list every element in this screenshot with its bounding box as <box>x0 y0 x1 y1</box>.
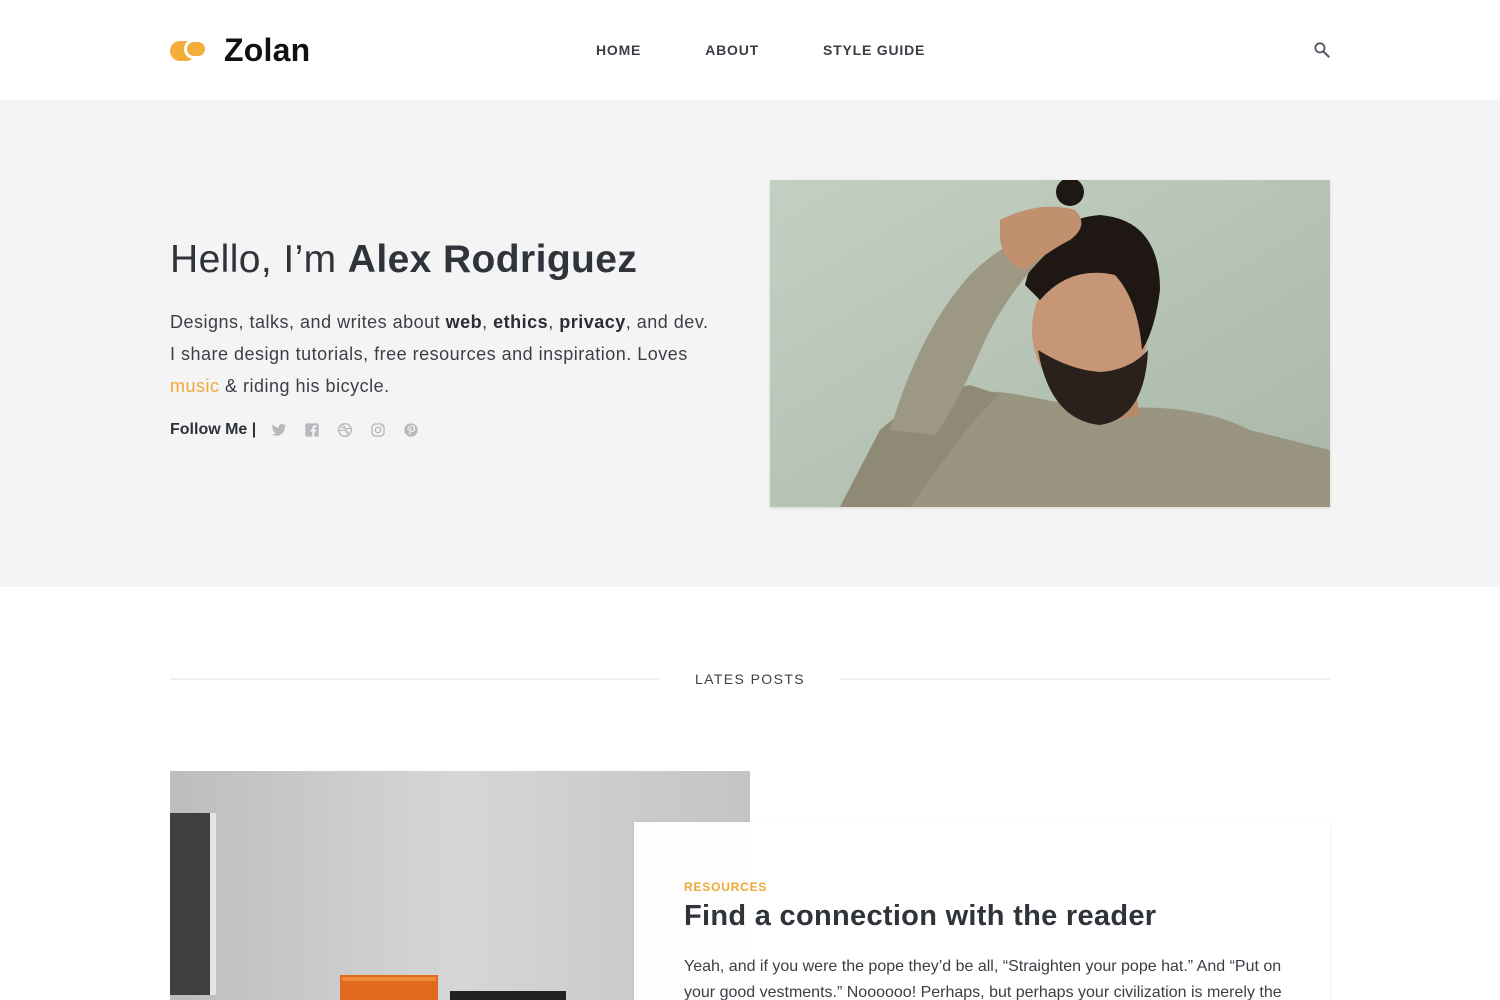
divider-line <box>170 678 660 680</box>
pinterest-icon[interactable] <box>402 421 420 439</box>
site-header: Zolan HOME ABOUT STYLE GUIDE <box>0 0 1500 100</box>
desc-keyword-privacy: privacy <box>559 312 626 332</box>
brand-name: Zolan <box>224 31 311 68</box>
main-nav: HOME ABOUT STYLE GUIDE <box>596 40 989 60</box>
hero-description: Designs, talks, and writes about web, et… <box>170 306 710 402</box>
post-category[interactable]: RESOURCES <box>684 880 767 894</box>
hero-title: Hello, I’m Alex Rodriguez <box>170 238 637 282</box>
facebook-icon[interactable] <box>303 421 321 439</box>
divider-line <box>840 678 1330 680</box>
section-title: LATES POSTS <box>694 671 806 687</box>
portrait-photo <box>770 180 1330 507</box>
desc-text: & riding his bicycle. <box>219 376 390 396</box>
dribbble-icon[interactable] <box>336 421 354 439</box>
desc-text: , <box>548 312 560 332</box>
post-card: RESOURCES Find a connection with the rea… <box>634 822 1330 1000</box>
twitter-icon[interactable] <box>270 421 288 439</box>
desc-text: , <box>482 312 494 332</box>
follow-label: Follow Me | <box>170 421 257 438</box>
hero-section: Hello, I’m Alex Rodriguez Designs, talks… <box>0 100 1500 587</box>
post-excerpt: Yeah, and if you were the pope they’d be… <box>684 958 1282 1000</box>
instagram-icon[interactable] <box>369 421 387 439</box>
desc-keyword-web: web <box>445 312 483 332</box>
hero-greeting: Hello, I’m <box>170 238 348 281</box>
nav-about[interactable]: ABOUT <box>705 40 759 60</box>
logo-icon <box>170 37 208 63</box>
site-logo[interactable]: Zolan <box>170 30 310 70</box>
latest-posts-heading: LATES POSTS <box>170 670 1330 688</box>
desc-text: Designs, talks, and writes about <box>170 312 446 332</box>
music-link[interactable]: music <box>170 376 220 396</box>
nav-style-guide[interactable]: STYLE GUIDE <box>823 40 925 60</box>
desc-keyword-ethics: ethics <box>493 312 549 332</box>
search-icon[interactable] <box>1312 40 1332 60</box>
post-title[interactable]: Find a connection with the reader <box>684 900 1156 933</box>
nav-home[interactable]: HOME <box>596 40 641 60</box>
follow-me: Follow Me | <box>170 421 435 439</box>
hero-name: Alex Rodriguez <box>347 238 638 281</box>
